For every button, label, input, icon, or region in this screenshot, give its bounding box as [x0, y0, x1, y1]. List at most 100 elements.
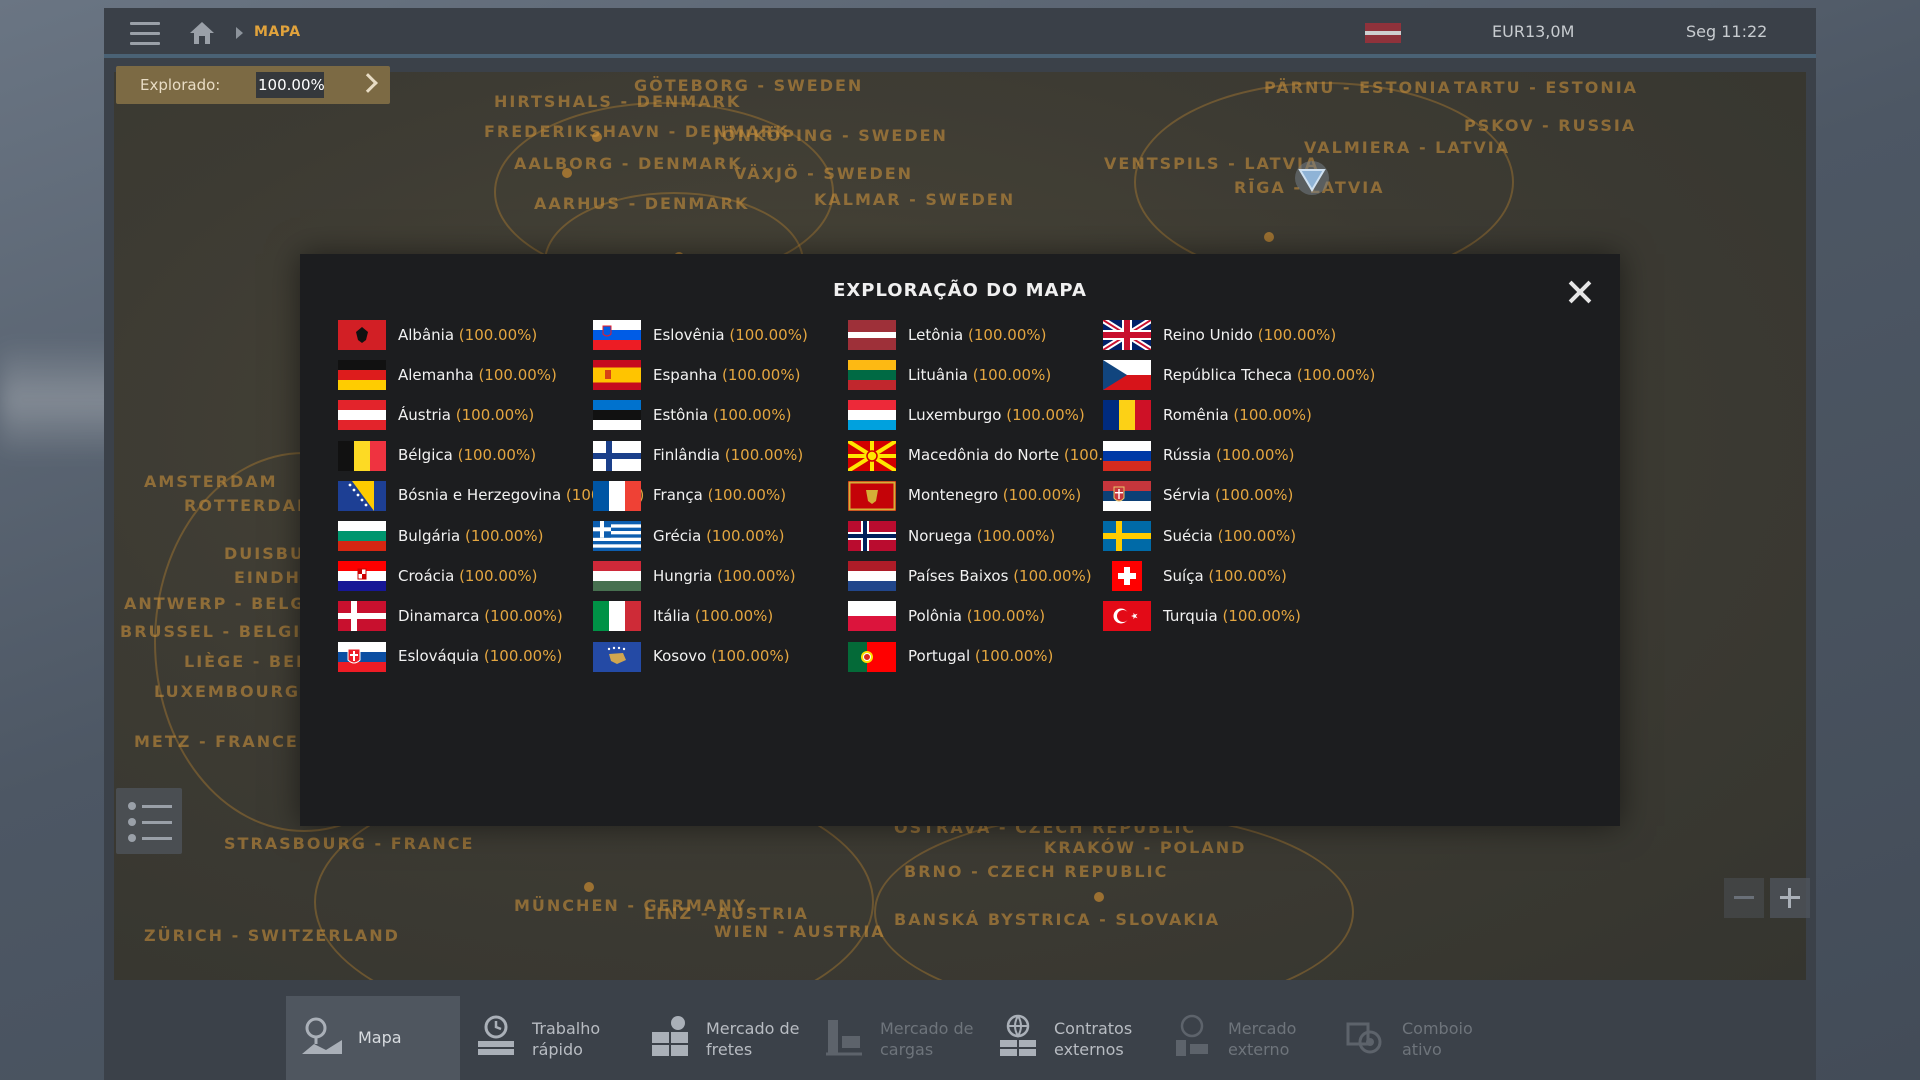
active-convoy-icon: [1344, 1014, 1388, 1058]
country-label: Turquia (100.00%): [1163, 597, 1413, 635]
country-name: Polônia: [908, 606, 962, 625]
nav-label: Trabalho rápido: [532, 1019, 601, 1059]
country-percentage: (100.00%): [483, 647, 563, 666]
country-percentage: (100.00%): [717, 566, 796, 585]
map-city-label: WIEN - AUSTRIA: [714, 922, 886, 941]
country-name: Bulgária: [398, 526, 461, 545]
map-icon: [300, 1014, 344, 1058]
country-name: Rússia: [1163, 446, 1212, 465]
country-name: Hungria: [653, 566, 713, 585]
country-name: Letônia: [908, 325, 964, 344]
norway-flag-icon: [848, 521, 896, 551]
breadcrumb-chevron-icon: [236, 27, 243, 39]
legend-bullet: [128, 834, 136, 842]
legend-line: [142, 837, 172, 840]
serbia-flag-icon: [1103, 480, 1151, 511]
country-label: Rússia (100.00%): [1163, 437, 1413, 475]
country-percentage: (100.00%): [968, 325, 1047, 344]
greece-flag-icon: [593, 521, 641, 551]
country-item-russia: Rússia (100.00%): [1103, 437, 1403, 477]
map-city-label: KRAKÓW - POLAND: [1044, 838, 1247, 857]
map-city-label: TARTU - ESTONIA: [1454, 78, 1639, 97]
chevron-right-icon[interactable]: [358, 73, 378, 93]
country-name: Itália: [653, 606, 691, 625]
country-percentage: (100.00%): [976, 526, 1056, 545]
country-name: Países Baixos: [908, 566, 1009, 585]
portugal-flag-icon: [848, 641, 896, 672]
country-percentage: (100.00%): [724, 446, 804, 465]
city-dot: [1264, 232, 1274, 242]
albania-flag-icon: [338, 320, 386, 350]
menu-icon[interactable]: [130, 22, 160, 46]
slovenia-flag-icon: [593, 320, 641, 350]
country-name: França: [653, 486, 703, 505]
map-city-label: ZÜRICH - SWITZERLAND: [144, 926, 400, 945]
country-name: Turquia: [1163, 606, 1218, 625]
country-label: Portugal (100.00%): [908, 638, 1158, 676]
country-percentage: (100.00%): [1013, 566, 1092, 585]
country-item-czech: República Tcheca (100.00%): [1103, 356, 1403, 396]
country-percentage: (100.00%): [707, 486, 787, 505]
country-percentage: (100.00%): [1214, 486, 1294, 505]
country-name: Dinamarca: [398, 606, 480, 625]
country-name: Grécia: [653, 526, 702, 545]
nav-freight-market[interactable]: Mercado de fretes: [634, 996, 808, 1080]
austria-flag-icon: [338, 400, 386, 431]
country-percentage: (100.00%): [1006, 405, 1085, 424]
country-name: Suíça: [1163, 566, 1204, 585]
top-bar: MAPA EUR13,0M Seg 11:22: [104, 8, 1816, 58]
explored-indicator[interactable]: Explorado: 100.00%: [116, 66, 390, 104]
nav-quick-job[interactable]: Trabalho rápido: [460, 996, 634, 1080]
nav-label: Contratos externos: [1054, 1019, 1133, 1059]
bosnia-flag-icon: [338, 480, 386, 511]
country-percentage: (100.00%): [459, 566, 538, 585]
map-city-label: KALMAR - SWEDEN: [814, 190, 1016, 209]
country-name: Bélgica: [398, 446, 453, 465]
zoom-out-button[interactable]: [1724, 878, 1764, 918]
map-city-label: PÄRNU - ESTONIA: [1264, 78, 1452, 97]
close-icon[interactable]: [1568, 280, 1592, 304]
country-percentage: (100.00%): [729, 325, 808, 344]
country-percentage: (100.00%): [1296, 365, 1376, 384]
country-label: Sérvia (100.00%): [1163, 477, 1413, 515]
country-item-uk: Reino Unido (100.00%): [1103, 316, 1403, 356]
country-name: Eslovênia: [653, 325, 725, 344]
country-name: Eslováquia: [398, 647, 480, 666]
slovakia-flag-icon: [338, 641, 386, 672]
country-percentage: (100.00%): [966, 606, 1046, 625]
country-name: Suécia: [1163, 526, 1213, 545]
country-name: República Tcheca: [1163, 365, 1293, 384]
country-percentage: (100.00%): [455, 405, 535, 424]
country-percentage: (100.00%): [1216, 446, 1295, 465]
country-name: Estônia: [653, 405, 709, 424]
city-dot: [584, 882, 594, 892]
country-item-turkey: Turquia (100.00%): [1103, 597, 1403, 637]
nav-map[interactable]: Mapa: [286, 996, 460, 1080]
map-exploration-dialog: EXPLORAÇÃO DO MAPA Albânia (100.00%) Alem…: [300, 254, 1620, 826]
country-name: Sérvia: [1163, 486, 1211, 505]
croatia-flag-icon: [338, 561, 386, 592]
nav-external-contracts[interactable]: Contratos externos: [982, 996, 1156, 1080]
legend-line: [142, 821, 172, 824]
country-percentage: (100.00%): [465, 526, 544, 545]
city-dot: [1094, 892, 1104, 902]
map-city-label: JÖNKÖPING - SWEDEN: [714, 126, 948, 145]
country-name: Alemanha: [398, 365, 474, 384]
estonia-flag-icon: [593, 400, 641, 431]
country-name: Luxemburgo: [908, 405, 1002, 424]
country-label: Suíça (100.00%): [1163, 557, 1413, 595]
nav-active-convoy: Comboio ativo: [1330, 996, 1504, 1080]
france-flag-icon: [593, 480, 641, 511]
home-icon[interactable]: [188, 20, 216, 46]
player-truck-marker-icon[interactable]: [1292, 160, 1332, 196]
map-city-label: BANSKÁ BYSTRICA - SLOVAKIA: [894, 910, 1221, 929]
russia-flag-icon: [1103, 440, 1151, 471]
map-city-label: HIRTSHALS - DENMARK: [494, 92, 742, 111]
map-legend-button[interactable]: [116, 788, 182, 854]
quick-job-icon: [474, 1014, 518, 1058]
country-name: Reino Unido: [1163, 325, 1253, 344]
country-name: Romênia: [1163, 405, 1229, 424]
zoom-in-button[interactable]: [1770, 878, 1810, 918]
map-city-label: LINZ - AUSTRIA: [644, 904, 809, 923]
language-flag-icon[interactable]: [1365, 23, 1401, 43]
